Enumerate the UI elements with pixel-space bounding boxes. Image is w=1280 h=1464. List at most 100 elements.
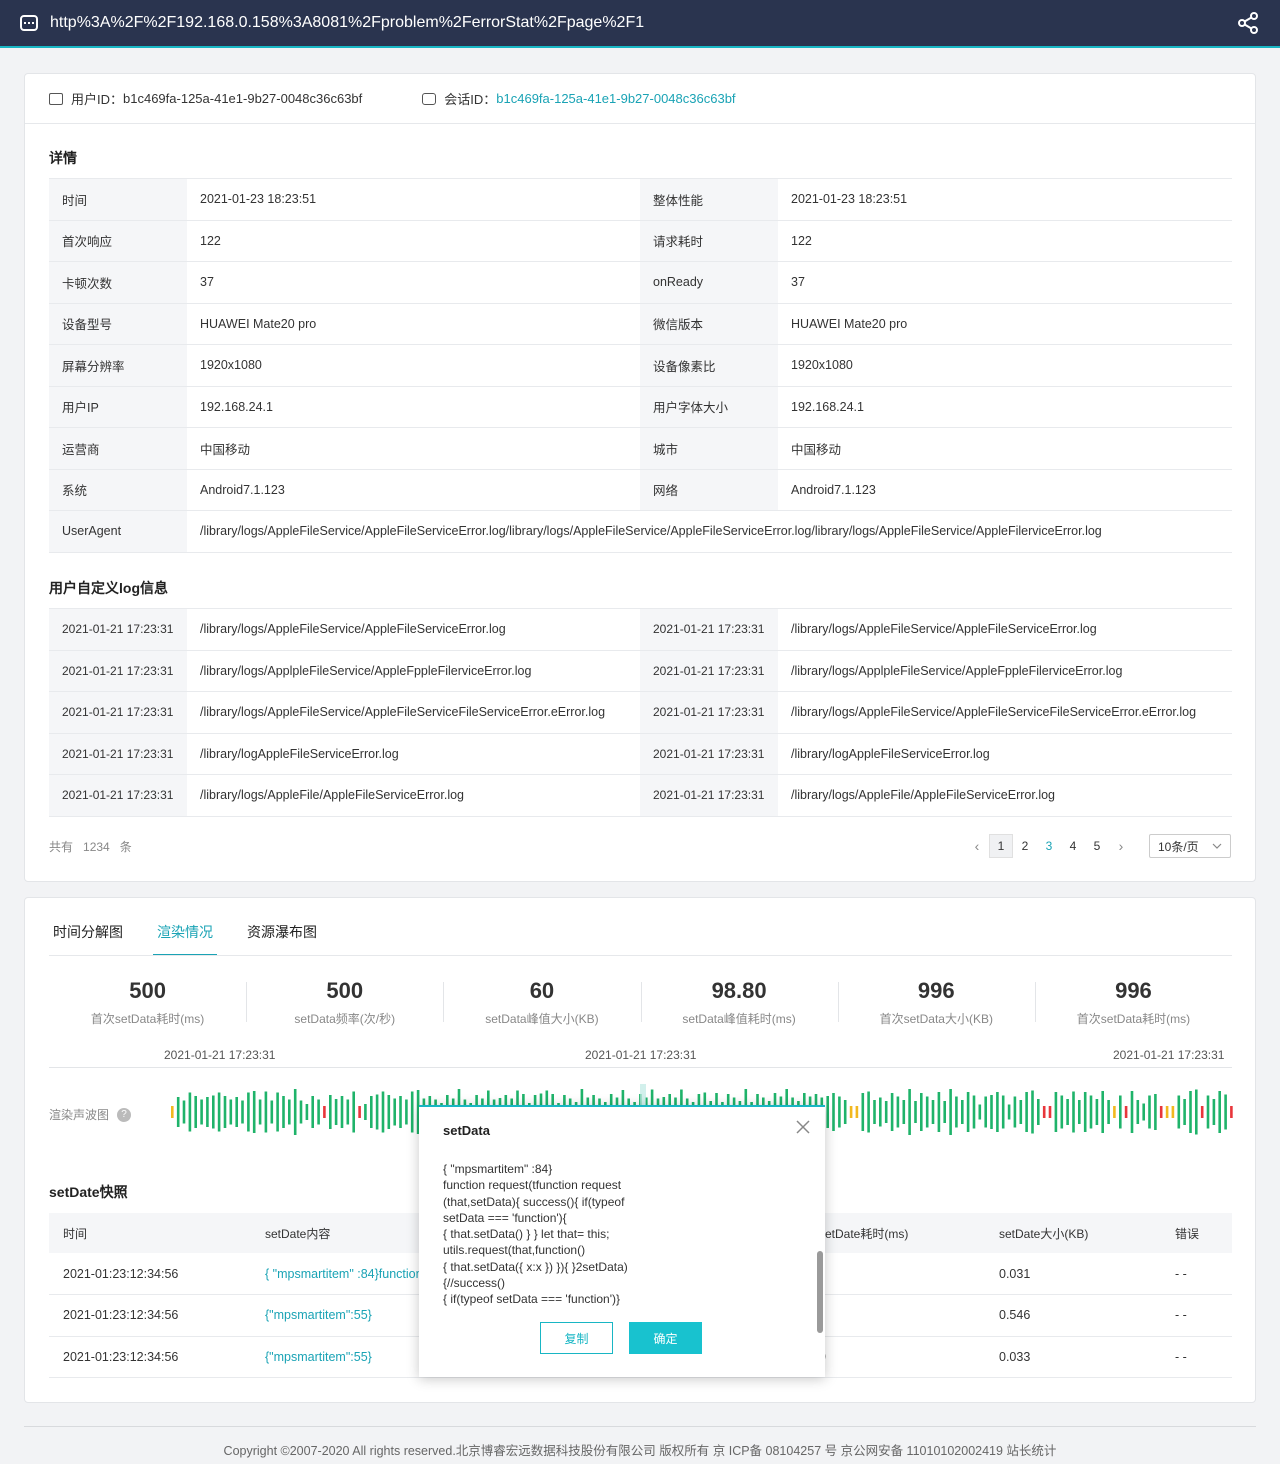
detail-value: 1920x1080 [187,344,640,387]
wave-bar [1083,1092,1087,1132]
stat-item: 98.80 setData峰值耗时(ms) [640,978,838,1027]
wave-bar [1042,1106,1046,1118]
detail-value: Android7.1.123 [778,469,1232,511]
wave-bar [375,1094,379,1130]
wave-bar [258,1099,262,1125]
session-id-link[interactable]: b1c469fa-125a-41e1-9b27-0048c36c63bf [496,91,735,106]
dialog-scrollbar[interactable] [817,1251,823,1333]
wave-bar [171,1106,174,1118]
wave-bar [387,1095,391,1129]
wave-bar [972,1095,976,1129]
stat-label: 首次setData大小(KB) [879,1012,993,1026]
wave-bar [1230,1106,1233,1118]
detail-key: onReady [640,261,778,304]
detail-key: 请求耗时 [640,220,778,262]
detail-row: 用户IP 192.168.24.1 用户字体大小 192.168.24.1 [49,386,1232,428]
snap-cost [805,1253,985,1295]
detail-value: 37 [778,261,1232,304]
wave-bar [937,1092,941,1132]
wave-bar [961,1100,964,1124]
code-line: {//success() [443,1276,506,1291]
copy-button[interactable]: 复制 [540,1322,613,1354]
detail-row: 系统 Android7.1.123 网络 Android7.1.123 [49,469,1232,511]
wave-bar [1025,1092,1028,1132]
snap-size: 0.031 [985,1253,1161,1295]
confirm-button[interactable]: 确定 [629,1322,702,1354]
wave-bar [370,1096,373,1128]
page-1[interactable]: 1 [989,834,1013,858]
page-4[interactable]: 4 [1061,834,1085,858]
wave-bar [1095,1099,1099,1125]
url-text[interactable]: http%3A%2F%2F192.168.0.158%3A8081%2Fprob… [50,14,644,32]
detail-value: HUAWEI Mate20 pro [187,303,640,345]
stat-value: 996 [917,978,955,1003]
wave-bar [247,1092,250,1132]
prev-page-button[interactable]: ‹ [965,834,989,858]
stat-label: setData峰值耗时(ms) [682,1012,796,1026]
wave-bar [206,1097,209,1127]
share-icon[interactable] [1236,11,1260,35]
log-path: /library/logs/ApplpleFileService/AppleFp… [187,650,640,692]
wave-bar [299,1100,303,1124]
wave-bar [352,1091,355,1133]
user-id-value: b1c469fa-125a-41e1-9b27-0048c36c63bf [123,91,363,106]
close-icon[interactable] [795,1119,811,1135]
page-size-select[interactable]: 10条/页 [1149,834,1231,858]
user-id-label: 用户ID： [71,92,124,107]
detail-row: 首次响应 122 请求耗时 122 [49,220,1232,262]
stat-item: 500 setData频率(次/秒) [246,978,443,1027]
wave-bar [1171,1106,1175,1118]
wave-bar [288,1099,291,1125]
log-row: 2021-01-21 17:23:31/library/logAppleFile… [49,733,1232,775]
pager-total-count: 1234 [83,840,110,854]
wave-bar [358,1106,361,1118]
footer-copyright: Copyright ©2007-2020 All rights reserved… [223,1444,1057,1458]
wave-bar [1206,1095,1210,1129]
wave-bar [1072,1091,1075,1133]
id-card-icon [49,92,63,105]
wave-bar [399,1096,402,1128]
help-icon[interactable]: ? [117,1107,132,1122]
page-2[interactable]: 2 [1013,834,1037,858]
tab-resource-waterfall[interactable]: 资源瀑布图 [243,918,321,954]
wave-bar [955,1096,958,1128]
snap-error: - - [1161,1336,1232,1378]
dialog-title: setData [443,1123,490,1138]
wave-bar [943,1101,946,1123]
pager-total-suffix: 条 [119,840,132,854]
wave-bar [1048,1106,1052,1118]
wave-bar [1089,1095,1093,1129]
wave-bar [1001,1095,1005,1129]
next-page-button[interactable]: › [1109,834,1133,858]
log-path: /library/logs/AppleFileService/AppleFile… [778,608,1232,651]
detail-value: 2021-01-23 18:23:51 [187,178,640,221]
wave-bar [1101,1091,1104,1133]
wave-bar [949,1089,952,1135]
detail-value: 192.168.24.1 [778,386,1232,428]
detail-value: 1920x1080 [778,344,1232,387]
wave-bar [293,1089,297,1135]
wave-bar [996,1092,999,1132]
tab-divider [49,955,1232,956]
tab-render[interactable]: 渲染情况 [153,918,217,956]
tab-time-breakdown[interactable]: 时间分解图 [49,918,127,954]
log-time: 2021-01-21 17:23:31 [640,608,778,651]
log-row: 2021-01-21 17:23:31/library/logs/AppleFi… [49,608,1232,651]
col-size: setDate大小(KB) [985,1213,1161,1253]
wave-bar [843,1100,847,1124]
wave-bar [890,1093,894,1131]
wave-bar [182,1100,186,1124]
wave-bar [317,1099,320,1125]
wave-label: 渲染声波图 ? [49,1106,132,1123]
log-time: 2021-01-21 17:23:31 [49,691,187,734]
wave-bar [1078,1100,1081,1124]
snap-time: 2021-01:23:12:34:56 [49,1336,251,1378]
detail-row: 运营商 中国移动 城市 中国移动 [49,427,1232,470]
wave-bar [838,1096,841,1128]
stat-label: 首次setData耗时(ms) [1076,1012,1191,1026]
page-3[interactable]: 3 [1037,834,1061,858]
wave-bar [1177,1095,1181,1129]
wave-bar [1195,1089,1198,1135]
page-5[interactable]: 5 [1085,834,1109,858]
pager-total: 共有 1234 条 [49,838,132,855]
